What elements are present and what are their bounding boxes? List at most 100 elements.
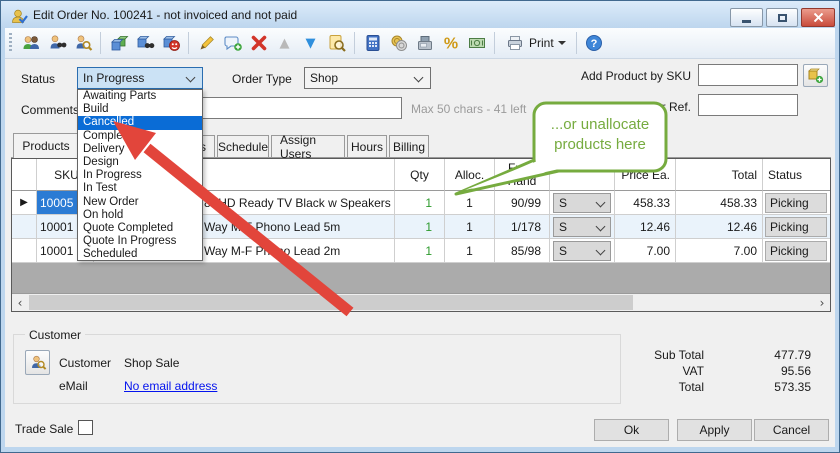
customer-name-label: Customer: [59, 356, 111, 370]
move-down-icon[interactable]: ▼: [299, 32, 322, 55]
dropdown-item[interactable]: Delivery: [78, 143, 202, 156]
dropdown-item[interactable]: On hold: [78, 209, 202, 222]
col-header-qty[interactable]: Qty: [395, 159, 445, 191]
scrollbar-thumb[interactable]: [29, 295, 633, 310]
user-search-icon[interactable]: [71, 32, 94, 55]
dropdown-item[interactable]: New Order: [78, 196, 202, 209]
row-selector-cell[interactable]: [12, 215, 37, 239]
add-product-button[interactable]: [803, 64, 828, 87]
tab-billing[interactable]: Billing: [389, 135, 429, 157]
row-selector-cell[interactable]: ▶: [12, 191, 37, 215]
total-cell[interactable]: 12.46: [676, 215, 763, 239]
free-on-hand-cell[interactable]: 1/178: [495, 215, 550, 239]
row-selector-cell[interactable]: [12, 239, 37, 263]
chevron-down-icon: [596, 221, 606, 231]
customer-search-button[interactable]: [25, 350, 50, 375]
scroll-left-icon[interactable]: ‹: [12, 294, 28, 311]
print-button[interactable]: Print: [501, 31, 570, 55]
dropdown-item[interactable]: Quote Completed: [78, 222, 202, 235]
qty-cell[interactable]: 1: [395, 191, 445, 215]
dropdown-item-highlighted[interactable]: Cancelled: [78, 116, 202, 129]
toolbar-grip[interactable]: [9, 33, 12, 53]
total-cell[interactable]: 458.33: [676, 191, 763, 215]
price-ea-cell[interactable]: 7.00: [615, 239, 676, 263]
order-total-value: 573.35: [741, 380, 811, 394]
add-comment-icon[interactable]: [221, 32, 244, 55]
customer-ref-input[interactable]: [698, 94, 798, 116]
status-combobox[interactable]: In Progress: [77, 67, 203, 89]
tab-schedule[interactable]: Schedule: [217, 135, 269, 157]
ok-button[interactable]: Ok: [594, 419, 669, 441]
free-on-hand-cell[interactable]: 85/98: [495, 239, 550, 263]
vat-label: VAT: [624, 364, 704, 378]
apply-button[interactable]: Apply: [677, 419, 752, 441]
cash-register-icon[interactable]: [413, 32, 436, 55]
chevron-down-icon: [414, 73, 424, 83]
minimize-icon: [742, 20, 751, 23]
edit-pencil-icon[interactable]: [195, 32, 218, 55]
minimize-button[interactable]: [730, 8, 763, 27]
toolbar-separator: [354, 32, 355, 54]
cash-icon[interactable]: [465, 32, 488, 55]
tab-label: Products: [22, 139, 69, 153]
vat-value: S: [559, 244, 567, 258]
status-value: In Progress: [83, 71, 144, 85]
customer-name-value: Shop Sale: [124, 356, 179, 370]
dropdown-item[interactable]: Quote In Progress: [78, 235, 202, 248]
move-up-icon[interactable]: ▲: [273, 32, 296, 55]
print-label: Print: [529, 36, 554, 50]
sub-total-label: Sub Total: [624, 348, 704, 362]
cancel-button[interactable]: Cancel: [754, 419, 829, 441]
vat-combobox[interactable]: S: [553, 241, 611, 261]
maximize-icon: [778, 14, 787, 22]
grid-empty-area: [12, 263, 830, 294]
email-link[interactable]: No email address: [124, 379, 217, 393]
current-row-arrow-icon: ▶: [20, 197, 28, 208]
user-binoculars-icon[interactable]: [45, 32, 68, 55]
order-type-label: Order Type: [232, 72, 292, 86]
tab-label: Hours: [351, 140, 383, 154]
row-selector-header[interactable]: [12, 159, 37, 191]
horizontal-scrollbar[interactable]: ‹ ›: [12, 294, 830, 311]
col-header-total[interactable]: Total: [676, 159, 763, 191]
tab-hours[interactable]: Hours: [347, 135, 387, 157]
tab-label: Billing: [393, 140, 425, 154]
alloc-cell[interactable]: 1: [445, 215, 495, 239]
tab-label: Schedule: [218, 140, 268, 154]
calculator-icon[interactable]: [361, 32, 384, 55]
dropdown-item[interactable]: Scheduled: [78, 248, 202, 261]
dropdown-item[interactable]: Build: [78, 103, 202, 116]
tab-products[interactable]: Products: [13, 133, 79, 158]
vat-value: 95.56: [741, 364, 811, 378]
dropdown-item[interactable]: Awaiting Parts: [78, 90, 202, 103]
delete-icon[interactable]: [247, 32, 270, 55]
vat-combobox[interactable]: S: [553, 217, 611, 237]
vat-cell: S: [550, 215, 615, 239]
coins-icon[interactable]: [387, 32, 410, 55]
col-header-status[interactable]: Status: [763, 159, 830, 191]
qty-cell[interactable]: 1: [395, 239, 445, 263]
trade-sale-checkbox[interactable]: [78, 420, 93, 435]
maximize-button[interactable]: [766, 8, 798, 27]
percent-icon[interactable]: %: [439, 32, 462, 55]
products-icon[interactable]: [107, 32, 130, 55]
order-type-combobox[interactable]: Shop: [304, 67, 431, 89]
dropdown-item[interactable]: In Test: [78, 182, 202, 195]
dropdown-item[interactable]: Complete: [78, 130, 202, 143]
dropdown-item[interactable]: In Progress: [78, 169, 202, 182]
help-icon[interactable]: ?: [583, 32, 606, 55]
tab-assign-users[interactable]: Assign Users: [271, 135, 345, 157]
total-cell[interactable]: 7.00: [676, 239, 763, 263]
alloc-cell[interactable]: 1: [445, 239, 495, 263]
add-product-sku-input[interactable]: [698, 64, 798, 86]
users-icon[interactable]: [19, 32, 42, 55]
price-ea-cell[interactable]: 12.46: [615, 215, 676, 239]
search-document-icon[interactable]: [325, 32, 348, 55]
product-search-icon[interactable]: [133, 32, 156, 55]
customer-search-icon: [29, 354, 47, 372]
close-button[interactable]: [801, 8, 835, 27]
dropdown-item[interactable]: Design: [78, 156, 202, 169]
scroll-right-icon[interactable]: ›: [814, 294, 830, 311]
product-remove-icon[interactable]: [159, 32, 182, 55]
qty-cell[interactable]: 1: [395, 215, 445, 239]
